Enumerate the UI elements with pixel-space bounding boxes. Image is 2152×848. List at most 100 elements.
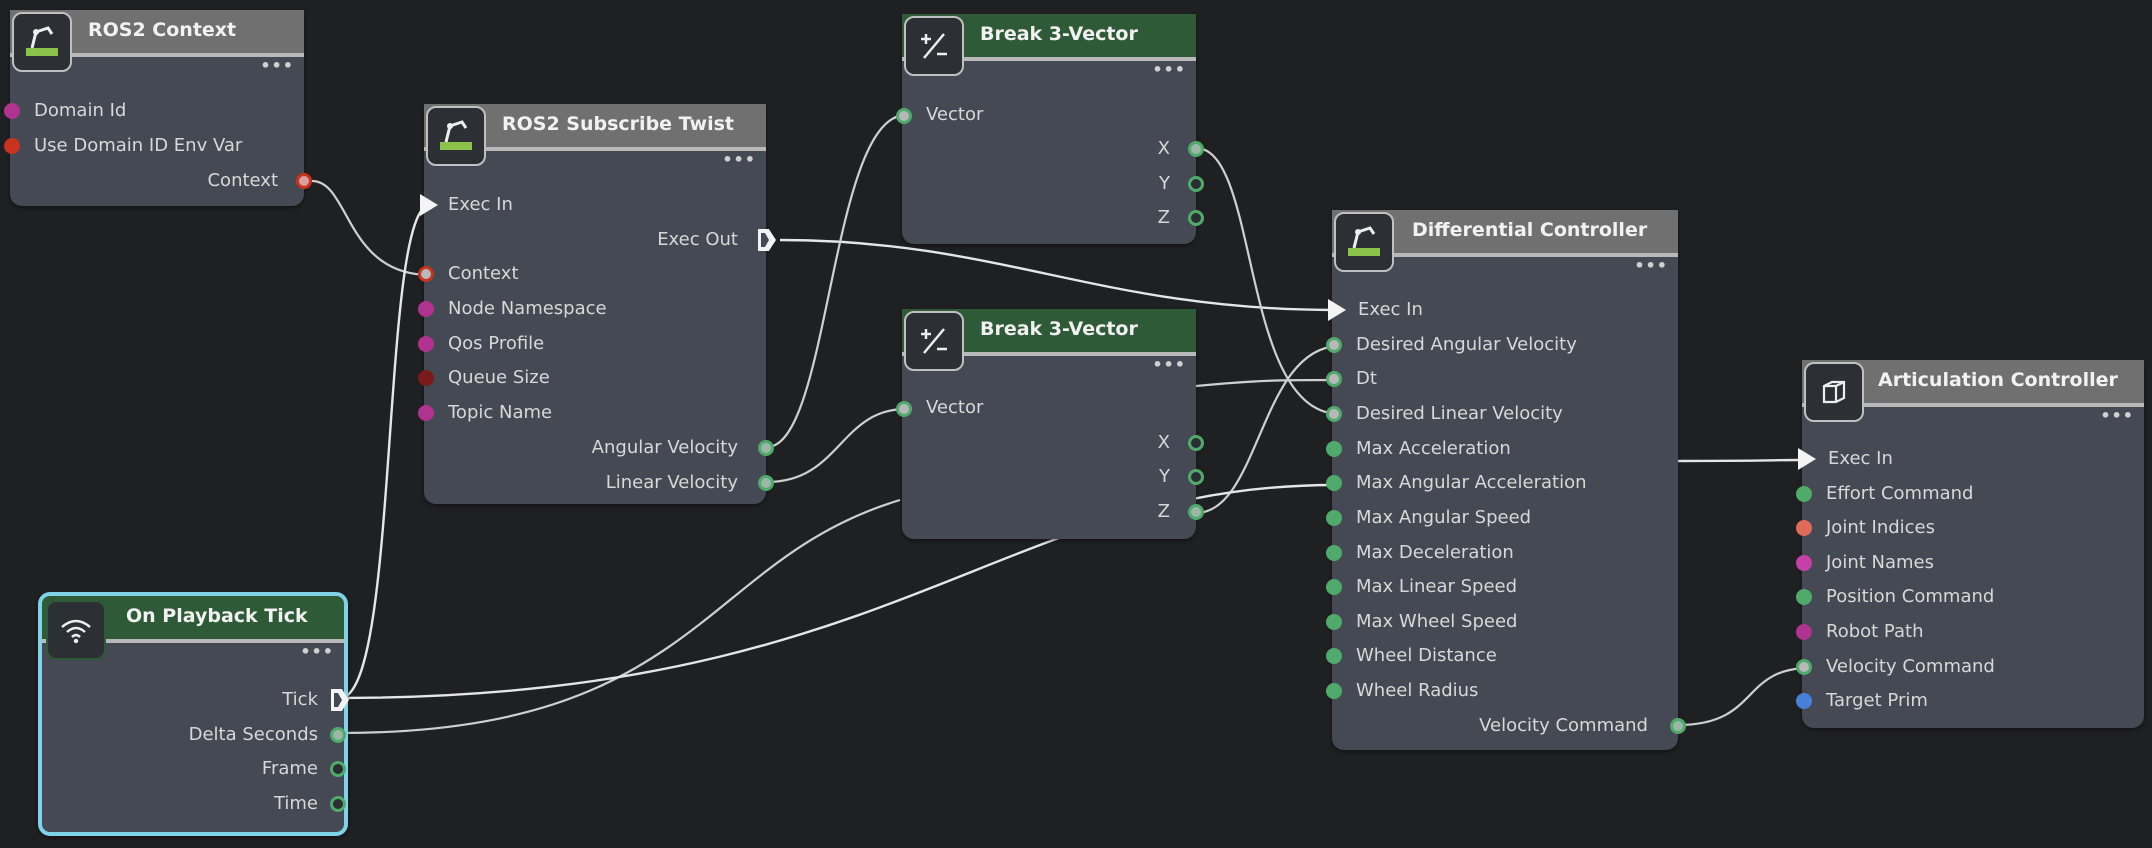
pin-queue-size[interactable]	[418, 370, 434, 386]
pin-context-out[interactable]	[296, 173, 312, 189]
node-title: On Playback Tick	[126, 605, 308, 627]
node-on-playback-tick[interactable]: On Playback Tick ••• Tick Delta Seconds …	[38, 592, 349, 836]
port-label-tick: Tick	[282, 689, 318, 710]
node-title: ROS2 Context	[88, 19, 237, 41]
pin-max-angular-speed[interactable]	[1326, 510, 1342, 526]
node-menu-dots[interactable]: •••	[1152, 60, 1186, 79]
pin-wheel-radius[interactable]	[1326, 683, 1342, 699]
wire-diffctrl-artctrl	[1677, 458, 1801, 463]
port-label-wheel-distance: Wheel Distance	[1356, 645, 1497, 666]
wire-delta-dt	[339, 498, 901, 735]
pin-topic-name[interactable]	[418, 405, 434, 421]
port-label-domain-id: Domain Id	[34, 100, 127, 121]
wire-velocity-command	[1677, 666, 1811, 727]
exec-out-pin[interactable]	[758, 229, 776, 251]
pin-velocity-command-out[interactable]	[1670, 718, 1686, 734]
pin-desired-angular-velocity[interactable]	[1326, 337, 1342, 353]
pin-max-angular-acceleration[interactable]	[1326, 475, 1342, 491]
pin-delta-seconds[interactable]	[330, 727, 346, 743]
plus-minus-icon	[904, 311, 964, 371]
port-label-max-wheel-speed: Max Wheel Speed	[1356, 611, 1518, 632]
node-ros2-subscribe-twist[interactable]: ROS2 Subscribe Twist ••• Exec In Exec Ou…	[418, 104, 776, 504]
robot-arm-icon	[12, 12, 72, 72]
plus-minus-icon	[904, 16, 964, 76]
pin-use-domain-id-env-var[interactable]	[4, 138, 20, 154]
port-label-exec-out: Exec Out	[657, 229, 738, 250]
pin-linear-velocity[interactable]	[758, 475, 774, 491]
node-menu-dots[interactable]: •••	[2100, 406, 2134, 425]
robot-arm-icon	[426, 106, 486, 166]
pin-joint-names[interactable]	[1796, 555, 1812, 571]
pin-vector-in[interactable]	[896, 108, 912, 124]
pin-qos-profile[interactable]	[418, 336, 434, 352]
port-label-qos-profile: Qos Profile	[448, 333, 545, 354]
wire-context	[311, 179, 431, 277]
node-menu-dots[interactable]: •••	[1634, 256, 1668, 275]
pin-time[interactable]	[330, 796, 346, 812]
wire-angular-vector	[766, 113, 907, 449]
graph-canvas[interactable]: ROS2 Context ••• Domain Id Use Domain ID…	[0, 0, 2152, 848]
port-label-max-linear-speed: Max Linear Speed	[1356, 576, 1518, 597]
tick-exec-out-pin[interactable]	[331, 689, 349, 711]
port-label-x: X	[1157, 138, 1170, 159]
node-menu-dots[interactable]: •••	[300, 642, 334, 661]
pin-y-out[interactable]	[1188, 176, 1204, 192]
port-label-position-command: Position Command	[1826, 586, 1995, 607]
node-ros2-context[interactable]: ROS2 Context ••• Domain Id Use Domain ID…	[4, 10, 312, 206]
port-label-y: Y	[1159, 173, 1170, 194]
pin-domain-id[interactable]	[4, 103, 20, 119]
pin-context-in[interactable]	[418, 266, 434, 282]
node-articulation-controller[interactable]: Articulation Controller ••• Exec In Effo…	[1796, 360, 2144, 728]
pin-angular-velocity[interactable]	[758, 440, 774, 456]
pin-y-out[interactable]	[1188, 469, 1204, 485]
port-label-dt: Dt	[1356, 368, 1377, 389]
port-label-node-namespace: Node Namespace	[448, 298, 607, 319]
pin-z-out[interactable]	[1188, 504, 1204, 520]
pin-wheel-distance[interactable]	[1326, 648, 1342, 664]
wifi-broadcast-icon	[46, 600, 106, 660]
exec-in-pin[interactable]	[1798, 448, 1816, 470]
port-label-effort-command: Effort Command	[1826, 483, 1974, 504]
pin-max-wheel-speed[interactable]	[1326, 614, 1342, 630]
port-label-desired-linear-velocity: Desired Linear Velocity	[1356, 403, 1563, 424]
port-label-wheel-radius: Wheel Radius	[1356, 680, 1479, 701]
exec-in-pin[interactable]	[1328, 299, 1346, 321]
port-label-z: Z	[1157, 207, 1170, 228]
port-label-robot-path: Robot Path	[1826, 621, 1924, 642]
port-label-angular-velocity: Angular Velocity	[591, 437, 738, 458]
pin-max-acceleration[interactable]	[1326, 441, 1342, 457]
port-label-exec-in: Exec In	[448, 194, 513, 215]
node-menu-dots[interactable]: •••	[722, 150, 756, 169]
node-differential-controller[interactable]: Differential Controller ••• Exec In Desi…	[1326, 210, 1686, 750]
pin-max-deceleration[interactable]	[1326, 545, 1342, 561]
wire-execout-diffctrl	[779, 238, 1336, 312]
pin-target-prim[interactable]	[1796, 693, 1812, 709]
port-label-max-deceleration: Max Deceleration	[1356, 542, 1514, 563]
port-label-max-angular-acceleration: Max Angular Acceleration	[1356, 472, 1587, 493]
pin-desired-linear-velocity[interactable]	[1326, 406, 1342, 422]
cube-icon	[1804, 362, 1864, 422]
pin-joint-indices[interactable]	[1796, 520, 1812, 536]
pin-x-out[interactable]	[1188, 141, 1204, 157]
node-menu-dots[interactable]: •••	[1152, 355, 1186, 374]
pin-robot-path[interactable]	[1796, 624, 1812, 640]
pin-position-command[interactable]	[1796, 589, 1812, 605]
pin-node-namespace[interactable]	[418, 301, 434, 317]
pin-frame[interactable]	[330, 761, 346, 777]
pin-dt[interactable]	[1326, 371, 1342, 387]
exec-in-pin[interactable]	[420, 194, 438, 216]
port-label-frame: Frame	[261, 758, 318, 779]
pin-effort-command[interactable]	[1796, 486, 1812, 502]
pin-x-out[interactable]	[1188, 435, 1204, 451]
node-break-3-vector-1[interactable]: Break 3-Vector ••• Vector X Y Z	[896, 14, 1204, 244]
pin-z-out[interactable]	[1188, 210, 1204, 226]
pin-vector-in[interactable]	[896, 401, 912, 417]
port-label-target-prim: Target Prim	[1826, 690, 1928, 711]
node-break-3-vector-2[interactable]: Break 3-Vector ••• Vector X Y Z	[896, 309, 1204, 539]
pin-max-linear-speed[interactable]	[1326, 579, 1342, 595]
pin-velocity-command-in[interactable]	[1796, 659, 1812, 675]
port-label-z: Z	[1157, 501, 1170, 522]
port-label-vector: Vector	[926, 397, 984, 418]
robot-arm-icon	[1334, 212, 1394, 272]
node-menu-dots[interactable]: •••	[260, 56, 294, 75]
